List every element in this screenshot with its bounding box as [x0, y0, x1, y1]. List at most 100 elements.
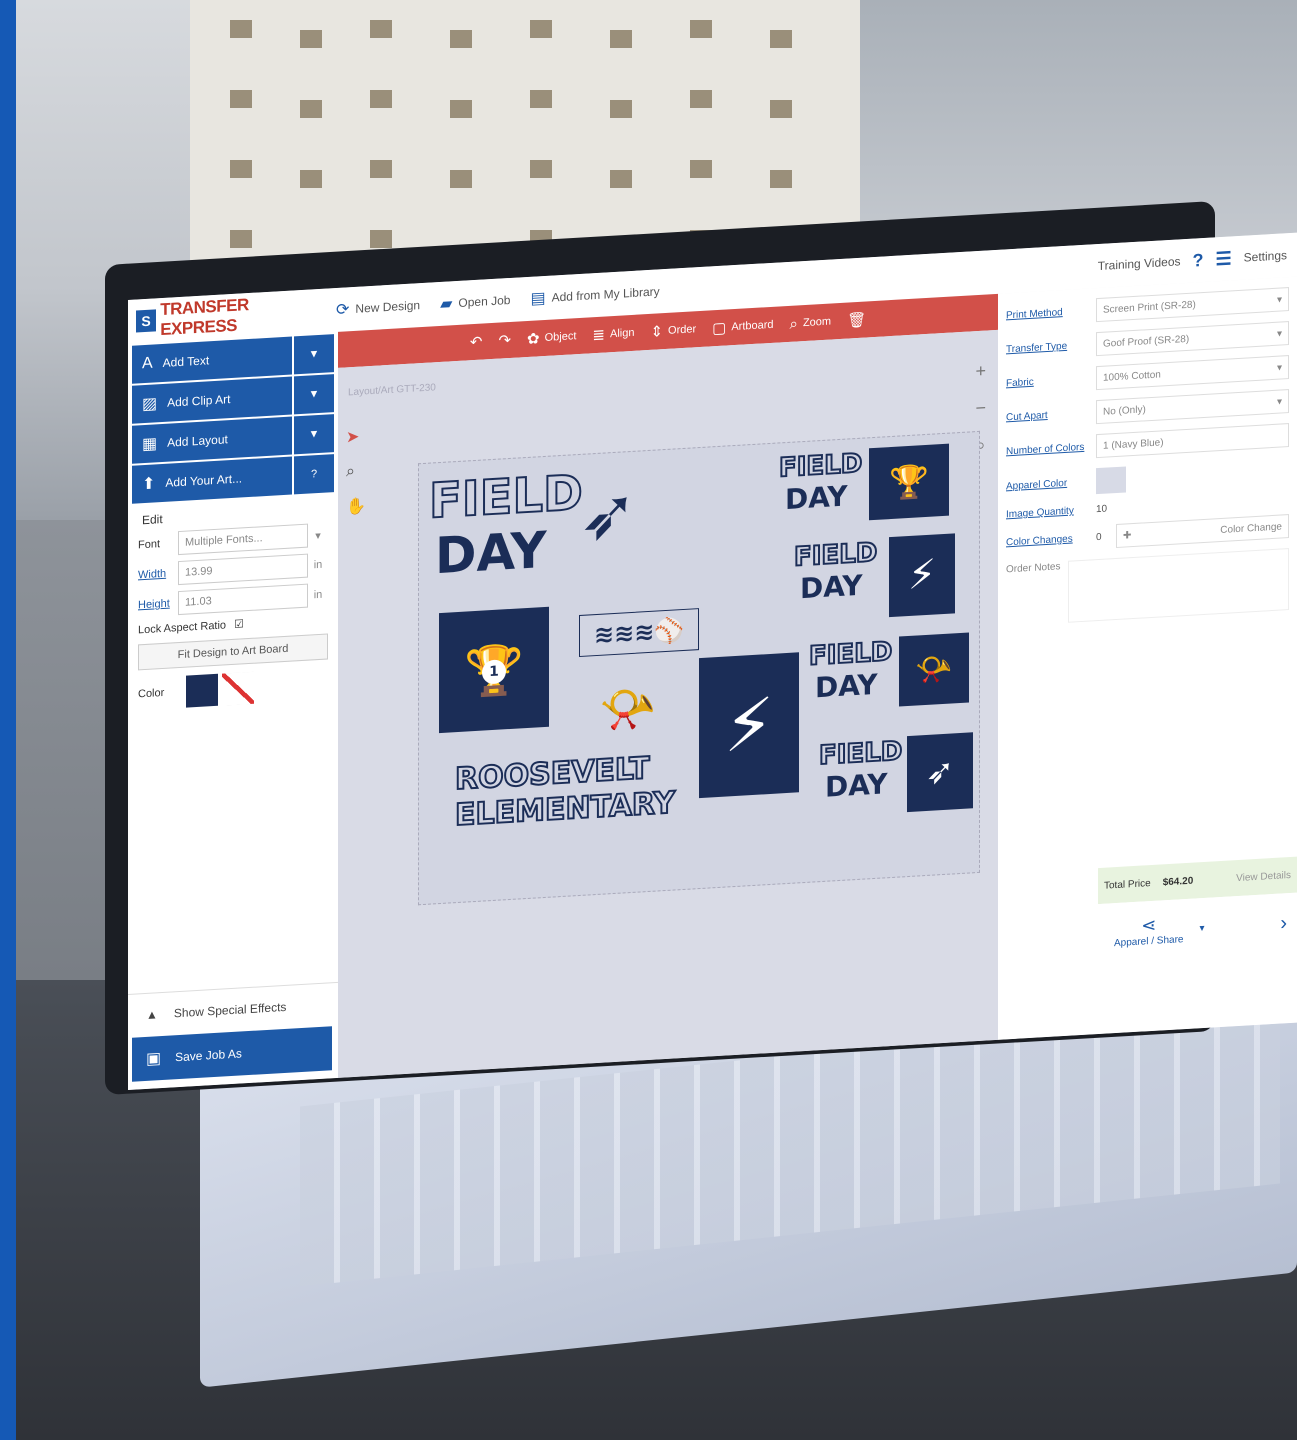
apparel-share-button[interactable]: ⋖ Apparel / Share — [1114, 913, 1184, 949]
menu-icon[interactable]: ☰ — [1216, 248, 1232, 270]
fabric-select[interactable]: 100% Cotton ▾ — [1096, 355, 1289, 391]
whistle-art[interactable]: 📯 — [599, 681, 656, 739]
zoom-in-icon[interactable]: + — [975, 361, 986, 383]
color-changes-value[interactable]: 0 — [1096, 531, 1116, 542]
transfer-type-row: Transfer Type Goof Proof (SR-28) ▾ — [1006, 321, 1289, 361]
art-field-small-1[interactable]: FIELD — [778, 448, 863, 485]
color-changes-row: Color Changes 0 ✚ Color Change — [1006, 514, 1289, 554]
chevron-down-icon: ▾ — [1276, 395, 1282, 408]
question-icon: ? — [310, 468, 318, 481]
new-design-button[interactable]: ⟳ New Design — [336, 295, 420, 320]
chevron-down-icon: ▼ — [308, 387, 320, 401]
print-method-label[interactable]: Print Method — [1006, 305, 1096, 321]
wing-tile-art[interactable]: ➶ — [907, 732, 973, 813]
training-videos-link[interactable]: Training Videos — [1098, 254, 1181, 273]
transfer-type-label[interactable]: Transfer Type — [1006, 339, 1096, 355]
hand-icon[interactable]: ✋ — [346, 496, 366, 517]
winged-shoe-art[interactable]: ➶ — [579, 472, 638, 557]
add-your-art-label: Add Your Art... — [165, 471, 243, 490]
help-button[interactable]: ? — [294, 454, 334, 495]
color-swatch-none[interactable] — [222, 671, 254, 706]
width-input[interactable]: 13.99 — [178, 553, 308, 586]
color-changes-label[interactable]: Color Changes — [1006, 532, 1096, 548]
image-quantity-value[interactable]: 10 — [1096, 504, 1107, 516]
object-button[interactable]: ✿ Object — [527, 327, 576, 348]
design-canvas[interactable]: Layout/Art GTT-230 ➤ ⌕ ✋ + − ⌕ FIELD DAY… — [338, 329, 998, 1078]
checkbox-checked-icon[interactable]: ☑ — [234, 617, 244, 631]
open-job-button[interactable]: ▰ Open Job — [440, 290, 510, 314]
chevron-right-icon[interactable]: › — [1280, 912, 1287, 935]
add-your-art-main[interactable]: ⬆ Add Your Art... — [132, 456, 292, 504]
undo-button[interactable]: ↶ — [470, 333, 483, 352]
art-day-small-2[interactable]: DAY — [800, 569, 863, 606]
add-library-button[interactable]: ▤ Add from My Library — [530, 281, 659, 308]
add-text-dropdown[interactable]: ▼ — [294, 334, 334, 375]
fit-design-button[interactable]: Fit Design to Art Board — [138, 633, 328, 671]
align-button[interactable]: ≣ Align — [592, 324, 634, 344]
folder-icon: ▰ — [440, 295, 453, 314]
settings-link[interactable]: Settings — [1244, 248, 1287, 265]
order-notes-input[interactable] — [1068, 548, 1289, 623]
zoom-out-icon[interactable]: − — [975, 398, 986, 420]
color-swatch-navy[interactable] — [186, 673, 218, 708]
apparel-color-label[interactable]: Apparel Color — [1006, 476, 1096, 492]
num-colors-value[interactable]: 1 (Navy Blue) — [1096, 423, 1289, 459]
logo-badge: S — [136, 309, 157, 333]
chevron-down-icon: ▾ — [1276, 361, 1282, 374]
art-day-text[interactable]: DAY — [435, 521, 547, 585]
apparel-color-row: Apparel Color — [1006, 457, 1289, 499]
add-clip-art-dropdown[interactable]: ▼ — [294, 374, 334, 415]
fabric-label[interactable]: Fabric — [1006, 373, 1096, 389]
add-layout-dropdown[interactable]: ▼ — [294, 414, 334, 455]
height-label[interactable]: Height — [138, 597, 178, 612]
height-input[interactable]: 11.03 — [178, 583, 308, 616]
magnify-icon[interactable]: ⌕ — [346, 462, 366, 481]
art-day-small-4[interactable]: DAY — [825, 767, 888, 804]
whistle-tile-art[interactable]: 📯 — [899, 632, 969, 707]
pointer-icon[interactable]: ➤ — [346, 426, 366, 447]
artboard[interactable]: FIELD DAY ➶ 🏆 1 ≋≋≋⚾ 📯 ⚡ ROOSEVELT ELEME… — [418, 430, 980, 906]
bolt-art[interactable]: ⚡ — [699, 652, 799, 799]
num-colors-label[interactable]: Number of Colors — [1006, 441, 1096, 457]
color-row: Color — [138, 667, 328, 710]
speed-ball-art[interactable]: ≋≋≋⚾ — [579, 608, 700, 657]
cut-apart-label[interactable]: Cut Apart — [1006, 407, 1096, 422]
color-change-button[interactable]: ✚ Color Change — [1116, 514, 1289, 549]
art-field-small-3[interactable]: FIELD — [808, 636, 893, 673]
art-day-small-1[interactable]: DAY — [785, 480, 848, 517]
help-icon[interactable]: ? — [1193, 249, 1204, 271]
view-details-link[interactable]: View Details — [1236, 869, 1291, 883]
lock-aspect-row[interactable]: Lock Aspect Ratio ☑ — [138, 612, 328, 636]
add-text-main[interactable]: A Add Text — [132, 336, 292, 384]
trophy-tile-art[interactable]: 🏆 — [869, 443, 949, 521]
image-quantity-label[interactable]: Image Quantity — [1006, 504, 1096, 520]
bolt-tile-art[interactable]: ⚡ — [889, 533, 955, 618]
redo-button[interactable]: ↷ — [498, 331, 511, 350]
width-label[interactable]: Width — [138, 567, 178, 582]
delete-button[interactable]: 🗑 — [847, 310, 866, 329]
open-job-label: Open Job — [458, 292, 511, 310]
cut-apart-select[interactable]: No (Only) ▾ — [1096, 389, 1289, 425]
print-method-select[interactable]: Screen Print (SR-28) ▾ — [1096, 287, 1289, 323]
art-field-small-4[interactable]: FIELD — [818, 735, 903, 772]
art-field-small-2[interactable]: FIELD — [793, 537, 878, 574]
font-select[interactable]: Multiple Fonts... — [178, 523, 308, 556]
align-icon: ≣ — [592, 326, 605, 345]
art-field-text[interactable]: FIELD — [428, 464, 584, 531]
transfer-type-select[interactable]: Goof Proof (SR-28) ▾ — [1096, 321, 1289, 357]
art-day-small-3[interactable]: DAY — [815, 668, 878, 705]
add-clip-art-main[interactable]: ▨ Add Clip Art — [132, 376, 292, 424]
layout-icon: ▦ — [142, 435, 158, 454]
total-price-label: Total Price — [1104, 877, 1151, 892]
chevron-down-icon: ▾ — [315, 529, 321, 542]
save-job-button[interactable]: ▣ Save Job As — [132, 1026, 332, 1082]
artboard-button[interactable]: ▢ Artboard — [712, 316, 773, 338]
chevron-down-icon[interactable]: ▾ — [1200, 922, 1205, 933]
apparel-color-swatch[interactable] — [1096, 466, 1126, 495]
zoom-button[interactable]: ⌕ Zoom — [790, 313, 832, 332]
order-button[interactable]: ⇕ Order — [650, 320, 696, 341]
topbar-right: Training Videos ? ☰ Settings — [1098, 245, 1287, 277]
artboard-label: Layout/Art GTT-230 — [348, 382, 436, 399]
plus-icon: ✚ — [1123, 529, 1132, 542]
add-layout-main[interactable]: ▦ Add Layout — [132, 416, 292, 464]
